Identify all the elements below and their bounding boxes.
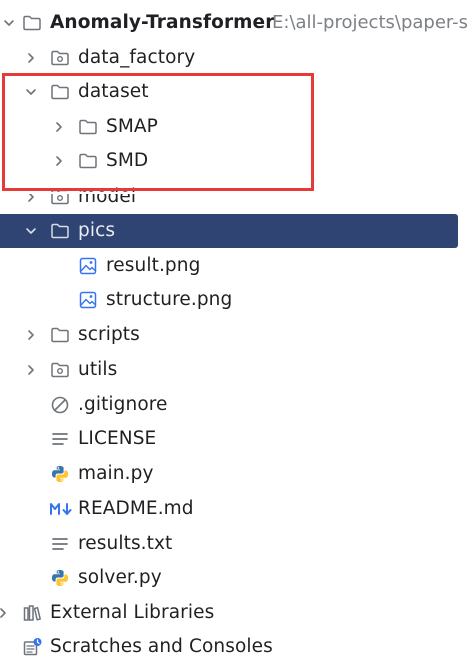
tree-label-dataset: dataset	[78, 81, 149, 102]
tree-row-smd[interactable]: SMD	[0, 144, 474, 178]
tree-row-scripts[interactable]: scripts	[0, 318, 474, 352]
project-path: E:\all-projects\paper-s	[272, 12, 469, 33]
tree-label-structure-png: structure.png	[106, 289, 233, 310]
tree-label-model: model	[78, 186, 137, 207]
image-file-icon	[78, 290, 98, 310]
markdown-file-icon	[49, 499, 75, 519]
text-file-icon	[50, 429, 70, 449]
divider	[0, 192, 320, 194]
tree-label-main-py: main.py	[78, 463, 154, 484]
tree-label-license: LICENSE	[78, 428, 157, 449]
folder-icon	[22, 13, 42, 33]
tree-row-structure-png[interactable]: structure.png	[0, 283, 474, 317]
tree-label-result-png: result.png	[106, 255, 201, 276]
tree-label-gitignore: .gitignore	[78, 394, 168, 415]
tree-label-solver-py: solver.py	[78, 567, 162, 588]
tree-label-external-libraries: External Libraries	[50, 602, 215, 623]
tree-row-data-factory[interactable]: data_factory	[0, 41, 474, 75]
tree-row-external-libraries[interactable]: External Libraries	[0, 596, 474, 630]
folder-icon	[78, 151, 98, 171]
text-file-icon	[50, 534, 70, 554]
tree-row-project-root[interactable]: Anomaly-Transformer E:\all-projects\pape…	[0, 6, 474, 40]
tree-label-utils: utils	[78, 359, 118, 380]
chevron-right-icon[interactable]	[52, 154, 66, 168]
module-folder-icon	[50, 48, 70, 68]
tree-row-pics[interactable]: pics	[0, 214, 458, 248]
tree-row-result-png[interactable]: result.png	[0, 249, 474, 283]
chevron-down-icon[interactable]	[24, 85, 38, 99]
tree-row-scratches[interactable]: Scratches and Consoles	[0, 630, 474, 664]
chevron-right-icon[interactable]	[24, 363, 38, 377]
scratches-icon	[22, 637, 42, 657]
chevron-down-icon[interactable]	[2, 16, 16, 30]
ignore-file-icon	[50, 395, 70, 415]
tree-row-model[interactable]: model	[0, 180, 474, 214]
image-file-icon	[78, 256, 98, 276]
chevron-down-icon[interactable]	[24, 224, 38, 238]
chevron-right-icon[interactable]	[0, 606, 10, 620]
chevron-right-icon[interactable]	[52, 120, 66, 134]
tree-label-scratches: Scratches and Consoles	[50, 636, 273, 657]
tree-label-scripts: scripts	[78, 324, 140, 345]
folder-icon	[50, 221, 70, 241]
module-folder-icon	[50, 187, 70, 207]
tree-row-gitignore[interactable]: .gitignore	[0, 388, 474, 422]
tree-label-results-txt: results.txt	[78, 533, 173, 554]
python-file-icon	[50, 464, 70, 484]
tree-label-smap: SMAP	[106, 116, 158, 137]
tree-row-solver-py[interactable]: solver.py	[0, 561, 474, 595]
tree-row-utils[interactable]: utils	[0, 353, 474, 387]
library-icon	[22, 603, 42, 623]
tree-row-license[interactable]: LICENSE	[0, 422, 474, 456]
python-file-icon	[50, 568, 70, 588]
tree-row-readme[interactable]: README.md	[0, 492, 474, 526]
folder-icon	[50, 325, 70, 345]
tree-row-main-py[interactable]: main.py	[0, 457, 474, 491]
folder-icon	[50, 82, 70, 102]
chevron-right-icon[interactable]	[24, 328, 38, 342]
module-folder-icon	[50, 360, 70, 380]
tree-label-readme: README.md	[78, 498, 194, 519]
tree-row-smap[interactable]: SMAP	[0, 110, 474, 144]
project-name: Anomaly-Transformer	[50, 12, 275, 33]
project-tree: Anomaly-Transformer E:\all-projects\pape…	[0, 0, 474, 669]
tree-row-results-txt[interactable]: results.txt	[0, 527, 474, 561]
tree-row-dataset[interactable]: dataset	[0, 75, 474, 109]
tree-label-pics: pics	[78, 220, 116, 241]
chevron-right-icon[interactable]	[24, 51, 38, 65]
tree-label-smd: SMD	[106, 150, 149, 171]
folder-icon	[78, 117, 98, 137]
tree-label-data-factory: data_factory	[78, 47, 196, 68]
